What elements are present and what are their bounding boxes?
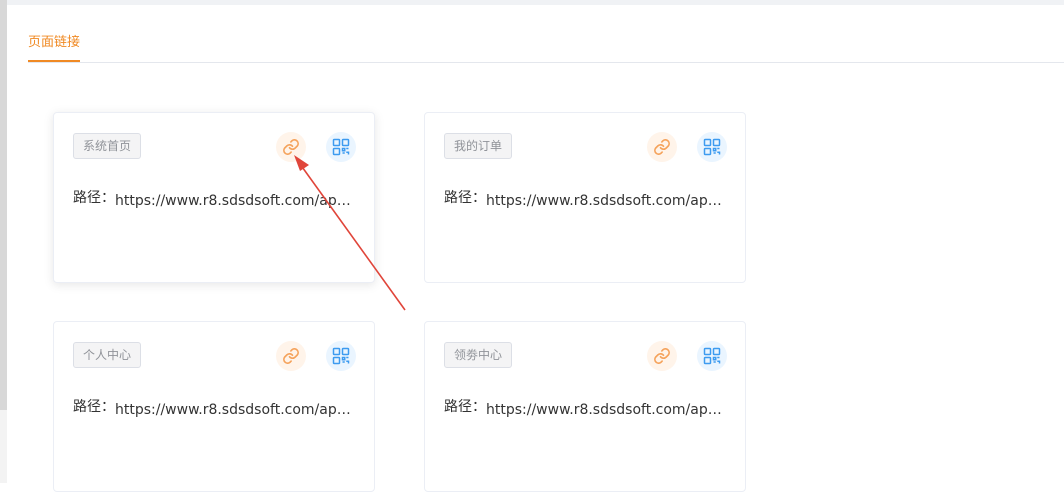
path-url: https://www.r8.sdsdsoft.com/app/in... (115, 402, 357, 418)
qr-code-icon (703, 138, 721, 156)
link-icon (283, 348, 299, 364)
link-icon (283, 139, 299, 155)
copy-link-button[interactable] (647, 132, 677, 162)
left-edge-lower (0, 410, 7, 483)
path-label: 路径： (73, 190, 115, 206)
path-row: 路径：https://www.r8.sdsdsoft.com/app/in... (73, 187, 363, 209)
copy-link-button[interactable] (276, 341, 306, 371)
copy-link-button[interactable] (647, 341, 677, 371)
link-icon (654, 139, 670, 155)
link-card-coupons: 领劵中心 路径：https://www.r8.sdsdsoft.com/app/… (424, 321, 746, 492)
qr-code-button[interactable] (326, 132, 356, 162)
qr-code-button[interactable] (697, 132, 727, 162)
path-url: https://www.r8.sdsdsoft.com/app/in... (486, 402, 728, 418)
path-row: 路径：https://www.r8.sdsdsoft.com/app/in... (444, 396, 734, 418)
path-label: 路径： (444, 399, 486, 415)
copy-link-button[interactable] (276, 132, 306, 162)
left-scroll-edge (0, 0, 7, 410)
page-tag: 个人中心 (73, 342, 142, 368)
page-tag: 我的订单 (444, 133, 513, 159)
link-icon (654, 348, 670, 364)
path-row: 路径：https://www.r8.sdsdsoft.com/app/in... (444, 187, 734, 209)
path-label: 路径： (73, 399, 115, 415)
qr-code-icon (332, 138, 350, 156)
page-tag: 系统首页 (73, 133, 142, 159)
qr-code-icon (332, 347, 350, 365)
qr-code-button[interactable] (326, 341, 356, 371)
page-tag: 领劵中心 (444, 342, 513, 368)
path-label: 路径： (444, 190, 486, 206)
link-card-orders: 我的订单 路径：https://www.r8.sdsdsoft.com/app/… (424, 112, 746, 283)
qr-code-button[interactable] (697, 341, 727, 371)
tab-bar: 页面链接 (28, 28, 1064, 63)
top-strip (0, 0, 1064, 5)
path-url: https://www.r8.sdsdsoft.com/app/in... (486, 193, 728, 209)
path-row: 路径：https://www.r8.sdsdsoft.com/app/in... (73, 396, 363, 418)
link-card-profile: 个人中心 路径：https://www.r8.sdsdsoft.com/app/… (53, 321, 375, 492)
qr-code-icon (703, 347, 721, 365)
path-url: https://www.r8.sdsdsoft.com/app/in... (115, 193, 357, 209)
tab-page-links[interactable]: 页面链接 (28, 28, 81, 62)
link-card-home: 系统首页 路径：https://www.r8.sdsdsoft.com/app/… (53, 112, 375, 283)
